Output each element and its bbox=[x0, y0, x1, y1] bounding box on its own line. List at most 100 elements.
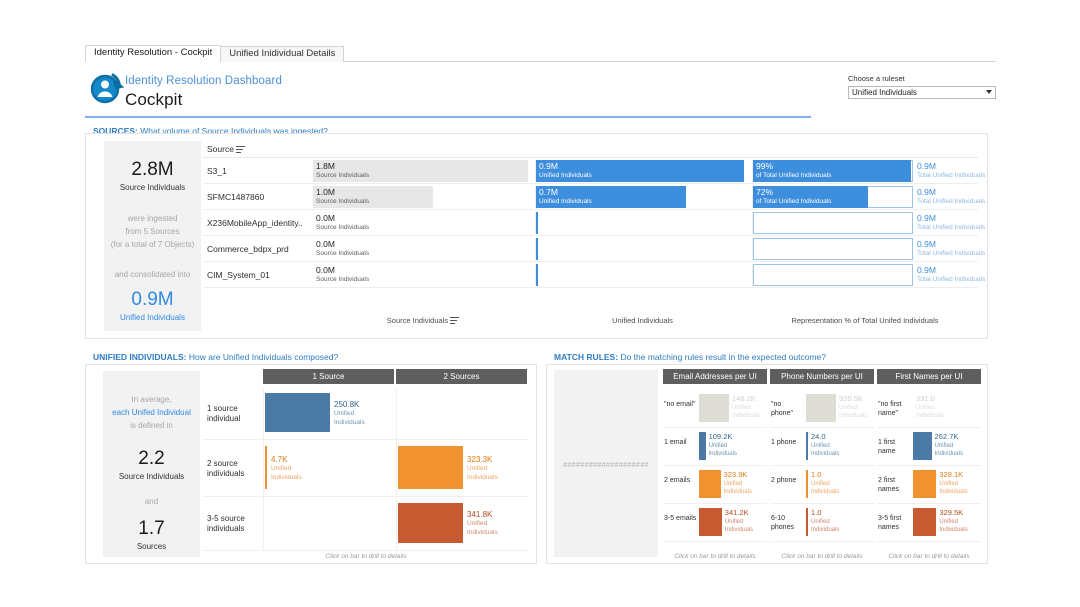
unit2: Individuals bbox=[725, 526, 753, 535]
match-rule-label: 2 first names bbox=[878, 476, 912, 494]
unified-chart-cell[interactable]: 323.3KUnifiedIndividuals bbox=[396, 440, 529, 496]
table-row[interactable]: S3_11.8MSource Individuals0.9MUnified In… bbox=[203, 158, 978, 184]
unit2: Individuals bbox=[939, 526, 967, 535]
table-row[interactable]: CIM_System_010.0MSource Individuals0.9MT… bbox=[203, 262, 978, 288]
unit: Unified bbox=[916, 404, 944, 413]
unified-chart-row[interactable]: 1 source individual250.8KUnifiedIndividu… bbox=[203, 387, 529, 440]
unified-chart-row[interactable]: 2 source individuals4.7KUnifiedIndividua… bbox=[203, 440, 529, 497]
sources-kpi-value: 2.8M bbox=[104, 159, 201, 181]
match-rule-row[interactable]: 2 first names328.1KUnifiedIndividuals bbox=[877, 466, 981, 504]
source-individuals-cell[interactable]: 0.0MSource Individuals bbox=[313, 238, 533, 260]
unified-bar[interactable] bbox=[265, 393, 330, 432]
value: 109.2K bbox=[709, 433, 737, 442]
match-rule-label: "no first name" bbox=[878, 400, 912, 418]
unified-bar[interactable] bbox=[398, 446, 463, 489]
unified-individuals-cell[interactable]: 0.7MUnified Individuals bbox=[535, 186, 750, 208]
representation-cell[interactable]: 0.9MTotal Unified Individuals bbox=[752, 212, 978, 234]
unified-chart-cell[interactable]: 4.7KUnifiedIndividuals bbox=[263, 440, 396, 496]
match-rule-bar[interactable] bbox=[913, 432, 932, 460]
unit2: Individuals bbox=[935, 450, 963, 459]
match-rule-bar[interactable] bbox=[806, 432, 808, 460]
match-rule-bar[interactable] bbox=[699, 432, 706, 460]
unit: Unified bbox=[334, 409, 365, 418]
table-row[interactable]: SFMC14878601.0MSource Individuals0.7MUni… bbox=[203, 184, 978, 210]
match-rule-value: 329.5KUnifiedIndividuals bbox=[939, 509, 967, 535]
match-drill-hint: Click on bar to drill to details bbox=[877, 553, 981, 560]
match-rule-row[interactable]: 1 first name262.7KUnifiedIndividuals bbox=[877, 428, 981, 466]
match-rule-bar[interactable] bbox=[699, 394, 729, 422]
unified-individuals-cell[interactable] bbox=[535, 212, 750, 234]
match-rule-value: 1.0UnifiedIndividuals bbox=[811, 471, 839, 497]
total-unified-label: 0.9MTotal Unified Individuals bbox=[917, 239, 985, 259]
unified-chart-row[interactable]: 3-5 source individuals 341.8KUnifiedIndiv… bbox=[203, 497, 529, 551]
unified-individuals-cell[interactable] bbox=[535, 238, 750, 260]
value: 0.0M bbox=[316, 265, 369, 275]
tab-0[interactable]: Identity Resolution - Cockpit bbox=[85, 45, 221, 62]
unified-individuals-cell[interactable] bbox=[535, 264, 750, 286]
unit: Total Unified Individuals bbox=[917, 249, 985, 259]
value: 0.9M bbox=[917, 265, 985, 275]
total-unified-label: 0.9MTotal Unified Individuals bbox=[917, 213, 985, 233]
unified-individuals-bar[interactable] bbox=[536, 212, 538, 234]
source-individuals-cell[interactable]: 0.0MSource Individuals bbox=[313, 264, 533, 286]
unified-bar[interactable] bbox=[398, 503, 463, 543]
match-rule-row[interactable]: 1 phone24.0UnifiedIndividuals bbox=[770, 428, 874, 466]
source-individuals-cell[interactable]: 1.0MSource Individuals bbox=[313, 186, 533, 208]
match-column-header-1[interactable]: Phone Numbers per UI bbox=[770, 369, 874, 384]
match-rule-label: 1 phone bbox=[771, 438, 805, 447]
match-column-header-2[interactable]: First Names per UI bbox=[877, 369, 981, 384]
value: 341.2K bbox=[725, 509, 753, 518]
match-rule-row[interactable]: 2 phone1.0UnifiedIndividuals bbox=[770, 466, 874, 504]
chevron-down-icon[interactable] bbox=[986, 90, 992, 94]
unified-individuals-label: 0.7MUnified Individuals bbox=[539, 187, 592, 207]
match-rule-row[interactable]: "no first name"331.0UnifiedIndividuals bbox=[877, 390, 981, 428]
unit: Source Individuals bbox=[316, 197, 369, 207]
match-rule-bar[interactable] bbox=[806, 470, 808, 498]
representation-cell[interactable]: 0.9MTotal Unified Individuals bbox=[752, 238, 978, 260]
tab-1[interactable]: Unified Inidividual Details bbox=[220, 46, 344, 62]
match-rule-row[interactable]: 1 email109.2KUnifiedIndividuals bbox=[663, 428, 767, 466]
match-rule-bar[interactable] bbox=[699, 508, 722, 536]
unified-chart-cell[interactable]: 341.8KUnifiedIndividuals bbox=[396, 497, 529, 550]
match-rule-row[interactable]: 2 emails323.9KUnifiedIndividuals bbox=[663, 466, 767, 504]
match-rule-bar[interactable] bbox=[913, 470, 936, 498]
table-row[interactable]: X236MobileApp_identity..0.0MSource Indiv… bbox=[203, 210, 978, 236]
unified-column-header-1[interactable]: 2 Sources bbox=[396, 369, 529, 384]
unified-chart-cell[interactable] bbox=[263, 497, 396, 550]
unified-individuals-bar[interactable] bbox=[536, 238, 538, 260]
unified-bar[interactable] bbox=[265, 446, 267, 489]
value: 0.9M bbox=[917, 239, 985, 249]
match-rule-row[interactable]: 3-5 first names329.5KUnifiedIndividuals bbox=[877, 504, 981, 542]
unified-chart-cell[interactable] bbox=[396, 387, 529, 439]
match-rule-bar[interactable] bbox=[806, 394, 836, 422]
unified-kpi-label2: Sources bbox=[103, 540, 200, 553]
header-block: Identity Resolution Dashboard Cockpit Ch… bbox=[85, 66, 996, 118]
sources-kpi-line4: and consolidated into bbox=[104, 268, 201, 281]
table-row[interactable]: Commerce_bdpx_prd0.0MSource Individuals0… bbox=[203, 236, 978, 262]
match-panel-title: MATCH RULES: Do the matching rules resul… bbox=[554, 352, 826, 362]
match-rule-row[interactable]: "no email"146.2KUnifiedIndividuals bbox=[663, 390, 767, 428]
match-rule-row[interactable]: "no phone"920.5KUnifiedIndividuals bbox=[770, 390, 874, 428]
sort-icon[interactable] bbox=[236, 145, 245, 153]
unified-individuals-bar[interactable] bbox=[536, 264, 538, 286]
match-rule-bar[interactable] bbox=[806, 508, 808, 536]
representation-cell[interactable]: 72%of Total Unified Individuals0.9MTotal… bbox=[752, 186, 978, 208]
source-individuals-cell[interactable]: 0.0MSource Individuals bbox=[313, 212, 533, 234]
match-rule-row[interactable]: 6-10 phones1.0UnifiedIndividuals bbox=[770, 504, 874, 542]
match-rule-bar[interactable] bbox=[699, 470, 721, 498]
sort-icon[interactable] bbox=[450, 316, 459, 324]
unified-row-label: 3-5 source individuals bbox=[207, 514, 263, 534]
match-rule-bar[interactable] bbox=[913, 508, 936, 536]
match-rule-row[interactable]: 3-5 emails341.2KUnifiedIndividuals bbox=[663, 504, 767, 542]
value: 0.9M bbox=[917, 187, 985, 197]
source-individuals-cell[interactable]: 1.8MSource Individuals bbox=[313, 160, 533, 182]
unified-individuals-cell[interactable]: 0.9MUnified Individuals bbox=[535, 160, 750, 182]
representation-cell[interactable]: 0.9MTotal Unified Individuals bbox=[752, 264, 978, 286]
unified-column-header-0[interactable]: 1 Source bbox=[263, 369, 396, 384]
ruleset-select[interactable]: Unified Individuals bbox=[848, 86, 996, 99]
unified-chart-cell[interactable]: 250.8KUnifiedIndividuals bbox=[263, 387, 396, 439]
source-individuals-label: 0.0MSource Individuals bbox=[316, 265, 369, 285]
match-column-header-0[interactable]: Email Addresses per UI bbox=[663, 369, 767, 384]
sources-column-header: Source bbox=[207, 144, 245, 154]
representation-cell[interactable]: 99%of Total Unified Individuals0.9MTotal… bbox=[752, 160, 978, 182]
